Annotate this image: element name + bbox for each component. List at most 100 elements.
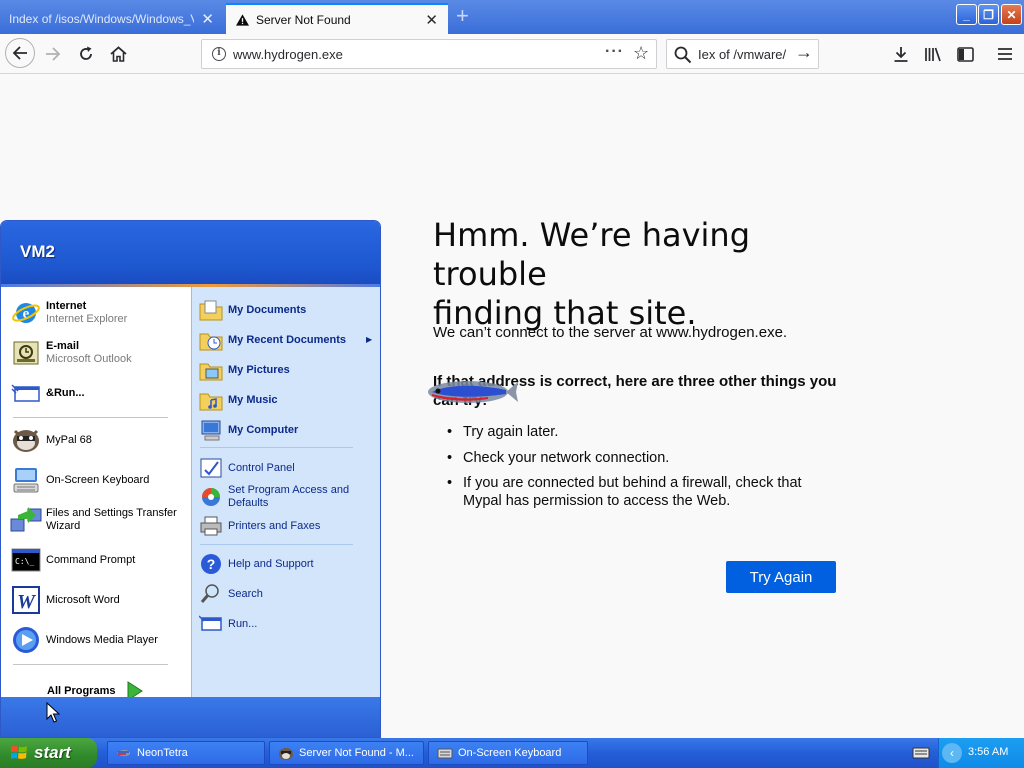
all-programs-label: All Programs <box>47 685 116 697</box>
separator <box>200 544 353 545</box>
site-info-icon[interactable]: i <box>212 47 226 61</box>
reload-button[interactable] <box>72 40 100 68</box>
close-window-button[interactable]: ✕ <box>1001 4 1022 25</box>
home-icon <box>109 46 127 62</box>
clock[interactable]: 3:56 AM <box>968 746 1008 758</box>
task-label: Server Not Found - M... <box>299 747 414 759</box>
minimize-window-button[interactable]: _ <box>956 4 977 25</box>
library-books-icon <box>925 47 941 62</box>
suggestions-list: Try again later. Check your network conn… <box>447 423 837 518</box>
back-arrow-icon <box>12 46 27 60</box>
internet-explorer-icon: e <box>9 297 43 329</box>
taskbar-item-server-not-found[interactable]: Server Not Found - M... <box>269 741 424 765</box>
start-item-microsoft-word[interactable]: W Microsoft Word <box>9 584 187 616</box>
error-title: Hmm. We’re having trouble finding that s… <box>433 216 863 333</box>
outlook-icon <box>9 337 43 369</box>
mouse-pointer-icon <box>46 702 60 723</box>
forward-arrow-icon <box>46 47 61 61</box>
start-item-mypal[interactable]: MyPal 68 <box>9 424 187 456</box>
my-computer-icon <box>198 417 224 443</box>
new-tab-icon[interactable]: + <box>456 5 469 27</box>
command-prompt-icon: C:\_ <box>9 544 43 576</box>
tab-title: Server Not Found <box>256 12 351 27</box>
transfer-wizard-icon <box>9 504 43 536</box>
url-text[interactable]: www.hydrogen.exe <box>233 47 343 62</box>
start-item-program-access[interactable]: Set Program Access and Defaults <box>198 484 376 510</box>
separator <box>200 447 353 448</box>
downloads-icon[interactable] <box>888 44 914 64</box>
sidebar-panel-icon <box>956 46 974 62</box>
forward-button[interactable] <box>39 40 67 68</box>
start-item-my-documents[interactable]: My Documents <box>198 297 376 323</box>
start-item-command-prompt[interactable]: C:\_ Command Prompt <box>9 544 187 576</box>
start-item-transfer-wizard[interactable]: Files and Settings Transfer Wizard <box>9 504 187 536</box>
start-item-help-support[interactable]: ? Help and Support <box>198 551 376 577</box>
hamburger-menu-icon[interactable] <box>992 44 1018 64</box>
list-item: Check your network connection. <box>447 449 837 467</box>
address-bar[interactable]: i www.hydrogen.exe ··· ☆ <box>201 39 657 69</box>
try-again-button[interactable]: Try Again <box>726 561 836 593</box>
navigation-toolbar: i www.hydrogen.exe ··· ☆ Iex of /vmware/… <box>0 34 1024 74</box>
my-documents-icon <box>198 297 224 323</box>
search-icon <box>674 46 692 64</box>
keyboard-tray-icon[interactable] <box>912 746 930 760</box>
page-actions-icon[interactable]: ··· <box>605 43 624 61</box>
task-label: NeonTetra <box>137 747 188 759</box>
library-icon[interactable] <box>920 44 946 64</box>
start-item-run-places[interactable]: Run... <box>198 611 376 637</box>
start-menu-programs-pane: e Internet Internet Explorer E-mail Micros… <box>1 287 191 701</box>
menu-lines-icon <box>998 48 1012 60</box>
close-tab-icon[interactable]: ✕ <box>201 10 214 28</box>
home-button[interactable] <box>104 40 132 68</box>
taskbar-item-neontetra[interactable]: NeonTetra <box>107 741 265 765</box>
start-item-email[interactable]: E-mail Microsoft Outlook <box>9 337 187 369</box>
tray-expand-icon[interactable]: ‹ <box>942 743 962 763</box>
tab-index-of-isos[interactable]: Index of /isos/Windows/Windows_Vist ✕ <box>0 3 224 34</box>
list-item: If you are connected but behind a firewa… <box>447 474 837 510</box>
start-item-onscreen-keyboard[interactable]: On-Screen Keyboard <box>9 464 187 496</box>
separator <box>13 417 168 418</box>
list-item: Try again later. <box>447 423 837 441</box>
sidebar-icon[interactable] <box>952 44 978 64</box>
download-arrow-icon <box>894 47 908 62</box>
start-item-my-pictures[interactable]: My Pictures <box>198 357 376 383</box>
start-menu-places-pane: My Documents My Recent Documents ▶ My Pi… <box>191 287 380 697</box>
browser-tab-strip: Index of /isos/Windows/Windows_Vist ✕ Se… <box>0 0 1024 34</box>
taskbar: start NeonTetra Server Not Found - M... … <box>0 738 1024 768</box>
media-player-icon <box>9 624 43 656</box>
keyboard-icon <box>437 748 453 759</box>
start-item-media-player[interactable]: Windows Media Player <box>9 624 187 656</box>
start-item-my-music[interactable]: My Music <box>198 387 376 413</box>
mypal-icon <box>9 424 43 456</box>
mypal-icon <box>279 748 293 760</box>
start-item-control-panel[interactable]: Control Panel <box>198 455 376 481</box>
start-item-internet[interactable]: e Internet Internet Explorer <box>9 297 187 329</box>
svg-text:C:\_: C:\_ <box>15 557 34 566</box>
start-button[interactable]: start <box>0 738 97 768</box>
tab-server-not-found[interactable]: Server Not Found ✕ <box>226 3 448 34</box>
restore-window-button[interactable]: ❐ <box>978 4 999 25</box>
neon-tetra-fish-icon <box>428 381 518 403</box>
my-pictures-icon <box>198 357 224 383</box>
taskbar-item-onscreen-keyboard[interactable]: On-Screen Keyboard <box>428 741 588 765</box>
start-label: start <box>34 743 71 762</box>
start-item-my-computer[interactable]: My Computer <box>198 417 376 443</box>
search-go-icon[interactable]: → <box>795 42 813 63</box>
search-input[interactable]: Iex of /vmware/ <box>698 47 786 62</box>
start-menu-header: VM2 <box>1 221 380 285</box>
printer-icon <box>198 513 224 539</box>
back-button[interactable] <box>5 38 35 68</box>
search-bar[interactable]: Iex of /vmware/ → <box>666 39 819 69</box>
word-icon: W <box>9 584 43 616</box>
start-item-search[interactable]: Search <box>198 581 376 607</box>
start-item-recent-documents[interactable]: My Recent Documents <box>198 327 376 353</box>
help-icon: ? <box>198 551 224 577</box>
control-panel-icon <box>198 455 224 481</box>
start-item-run[interactable]: &Run... <box>9 377 187 409</box>
start-item-printers[interactable]: Printers and Faxes <box>198 513 376 539</box>
windows-logo-icon <box>11 745 27 759</box>
run-icon <box>9 377 43 409</box>
separator <box>13 664 168 665</box>
bookmark-star-icon[interactable]: ☆ <box>633 43 649 64</box>
close-tab-icon[interactable]: ✕ <box>425 11 438 29</box>
